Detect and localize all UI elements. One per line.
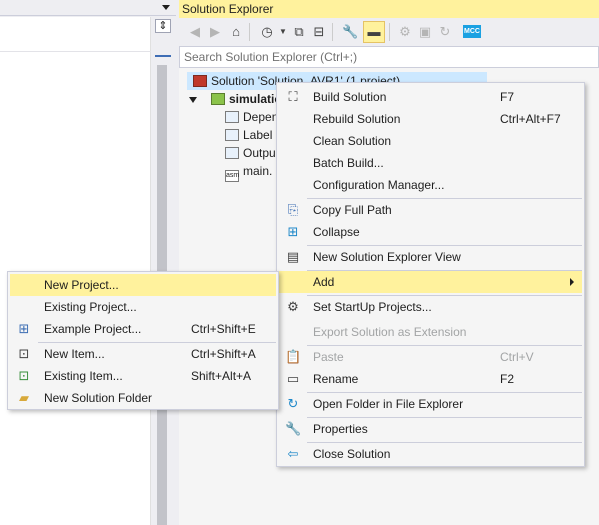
submenu-item-example-project[interactable]: ⊞ Example Project... Ctrl+Shift+E	[10, 318, 276, 340]
menu-item-properties[interactable]: 🔧 Properties	[279, 418, 582, 440]
menu-item-rebuild-solution[interactable]: Rebuild Solution Ctrl+Alt+F7	[279, 108, 582, 130]
tree-item-label: Outpu	[243, 146, 276, 160]
folder-icon	[225, 147, 239, 159]
split-view-icon[interactable]: ⇕	[155, 19, 171, 33]
menu-item-add[interactable]: Add	[279, 271, 582, 293]
project-label: simulatio	[229, 92, 282, 106]
back-icon[interactable]: ◀	[187, 24, 203, 40]
disabled-refresh-icon: ↻	[439, 24, 451, 39]
solution-context-menu: ⛶ Build Solution F7 Rebuild Solution Ctr…	[276, 82, 585, 467]
disabled-tool-icon: ⚙	[399, 24, 411, 39]
menu-item-close-solution[interactable]: ⇦ Close Solution	[279, 443, 582, 465]
submenu-item-new-item[interactable]: ⊡ New Item... Ctrl+Shift+A	[10, 343, 276, 365]
close-solution-icon: ⇦	[287, 446, 299, 461]
existing-item-icon: ⊡	[18, 368, 30, 383]
submenu-item-existing-item[interactable]: ⊡ Existing Item... Shift+Alt+A	[10, 365, 276, 387]
tree-item-label: Depen	[243, 110, 279, 124]
submenu-arrow-icon	[570, 278, 574, 286]
menu-item-collapse[interactable]: ⊞ Collapse	[279, 221, 582, 243]
menu-item-configuration-manager[interactable]: Configuration Manager...	[279, 174, 582, 196]
preview-icon: ▬	[367, 24, 381, 39]
menu-item-rename[interactable]: ▭ Rename F2	[279, 368, 582, 390]
tree-node-project[interactable]: simulatio	[211, 90, 282, 108]
menu-item-build-solution[interactable]: ⛶ Build Solution F7	[279, 86, 582, 108]
example-project-icon: ⊞	[18, 321, 30, 336]
submenu-item-new-solution-folder[interactable]: ▰ New Solution Folder	[10, 387, 276, 409]
wrench-icon: 🔧	[285, 421, 302, 436]
disabled-doc-icon: ▣	[418, 24, 432, 39]
folder-icon	[225, 129, 239, 141]
copy-icon: ⎘	[287, 202, 299, 217]
solution-explorer-toolbar: ◀ ▶ ⌂ ◷ ▼ ⧉ ⊟ 🔧 ▬ ⚙ ▣ ↻ MCC	[179, 18, 599, 46]
home-icon[interactable]: ⌂	[228, 24, 244, 40]
tree-node-labels[interactable]: Label	[225, 126, 272, 144]
menu-item-paste: 📋 Paste Ctrl+V	[285, 349, 534, 364]
menu-item-new-solution-explorer-view[interactable]: ▤ New Solution Explorer View	[279, 246, 582, 268]
menu-item-open-folder[interactable]: ↻ Open Folder in File Explorer	[279, 393, 582, 415]
chevron-down-icon[interactable]: ▼	[275, 24, 291, 40]
open-folder-icon: ↻	[287, 396, 299, 411]
chevron-down-icon[interactable]	[162, 5, 170, 10]
project-icon	[211, 93, 225, 105]
tree-item-label: main.	[243, 164, 273, 178]
add-submenu: New Project... Existing Project... ⊞ Exa…	[7, 271, 279, 410]
solution-explorer-title: Solution Explorer	[179, 0, 599, 18]
folder-icon: ▰	[19, 390, 29, 405]
new-view-icon: ▤	[286, 249, 300, 264]
tree-node-output[interactable]: Outpu	[225, 144, 276, 162]
forward-icon[interactable]: ▶	[207, 24, 223, 40]
tree-node-main[interactable]: asm main.	[225, 162, 273, 182]
scrollbar-position-marker	[155, 55, 171, 57]
new-item-icon: ⊡	[18, 346, 30, 361]
expand-arrow-icon[interactable]	[189, 97, 197, 103]
sync-icon[interactable]: ⧉	[291, 24, 307, 40]
properties-wrench-icon[interactable]: 🔧	[342, 24, 358, 40]
menu-item-export-solution: Export Solution as Extension	[313, 325, 467, 339]
paste-icon: 📋	[285, 349, 302, 364]
mcc-icon[interactable]: MCC	[463, 25, 481, 38]
solution-icon	[193, 75, 207, 87]
folder-icon	[225, 111, 239, 123]
editor-line-marker	[0, 51, 151, 52]
menu-item-batch-build[interactable]: Batch Build...	[279, 152, 582, 174]
rename-icon: ▭	[286, 371, 300, 386]
submenu-item-existing-project[interactable]: Existing Project...	[10, 296, 276, 318]
gear-icon: ⚙	[287, 299, 299, 314]
build-icon: ⛶	[288, 89, 298, 104]
tree-node-dependencies[interactable]: Depen	[225, 108, 278, 126]
tree-item-label: Label	[243, 128, 273, 142]
collapse-all-icon[interactable]: ⊟	[311, 24, 327, 40]
history-icon[interactable]: ◷	[259, 24, 275, 40]
search-input[interactable]: Search Solution Explorer (Ctrl+;)	[179, 46, 599, 68]
submenu-item-new-project[interactable]: New Project...	[10, 274, 276, 296]
asm-file-icon: asm	[225, 170, 239, 182]
menu-item-clean-solution[interactable]: Clean Solution	[279, 130, 582, 152]
collapse-icon: ⊞	[287, 224, 299, 239]
editor-tab-strip	[0, 0, 176, 16]
menu-item-set-startup-projects[interactable]: ⚙ Set StartUp Projects...	[279, 296, 582, 318]
menu-item-copy-full-path[interactable]: ⎘ Copy Full Path	[279, 199, 582, 221]
